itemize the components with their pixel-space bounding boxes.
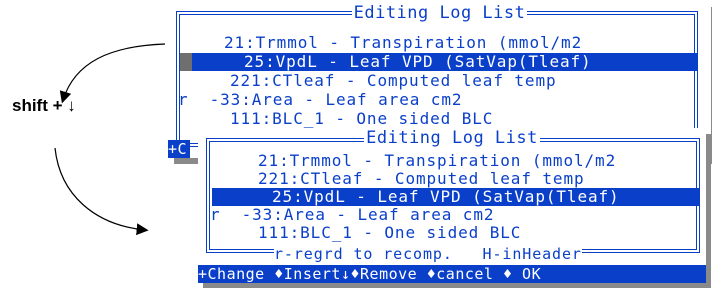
list-item[interactable]: 111:BLC_1 - One sided BLC	[230, 110, 493, 128]
list-item-selected[interactable]: 25:VpdL - Leaf VPD (SatVap(Tleaf)	[212, 188, 700, 206]
list-item[interactable]: r -33:Area - Leaf area cm2	[178, 91, 462, 109]
list-item[interactable]: 111:BLC_1 - One sided BLC	[258, 224, 521, 242]
list-item[interactable]: r -33:Area - Leaf area cm2	[210, 206, 494, 224]
arrow-bottom-icon	[54, 147, 149, 236]
footer-bar: +C	[168, 140, 190, 158]
list-item[interactable]: 21:Trmmol - Transpiration (mmol/m2	[224, 34, 582, 52]
window-title: Editing Log List	[364, 128, 540, 148]
text-cursor	[180, 53, 192, 71]
shift-down-label: shift + ↓	[12, 96, 76, 115]
list-item[interactable]: 21:Trmmol - Transpiration (mmol/m2	[258, 152, 616, 170]
list-item[interactable]: 221:CTleaf - Computed leaf temp	[230, 72, 557, 90]
window-title: Editing Log List	[351, 3, 528, 23]
list-item-selected[interactable]: 25:VpdL - Leaf VPD (SatVap(Tleaf)	[192, 53, 698, 71]
hint-text: r-regrd to recomp. H-inHeader	[274, 245, 582, 263]
arrow-top-icon	[59, 43, 166, 104]
front-window: Editing Log List 21:Trmmol - Transpirati…	[198, 128, 706, 283]
footer-bar: +Change ♦Insert↓♦Remove ♦cancel ♦ OK	[198, 265, 706, 283]
list-item[interactable]: 221:CTleaf - Computed leaf temp	[258, 170, 585, 188]
